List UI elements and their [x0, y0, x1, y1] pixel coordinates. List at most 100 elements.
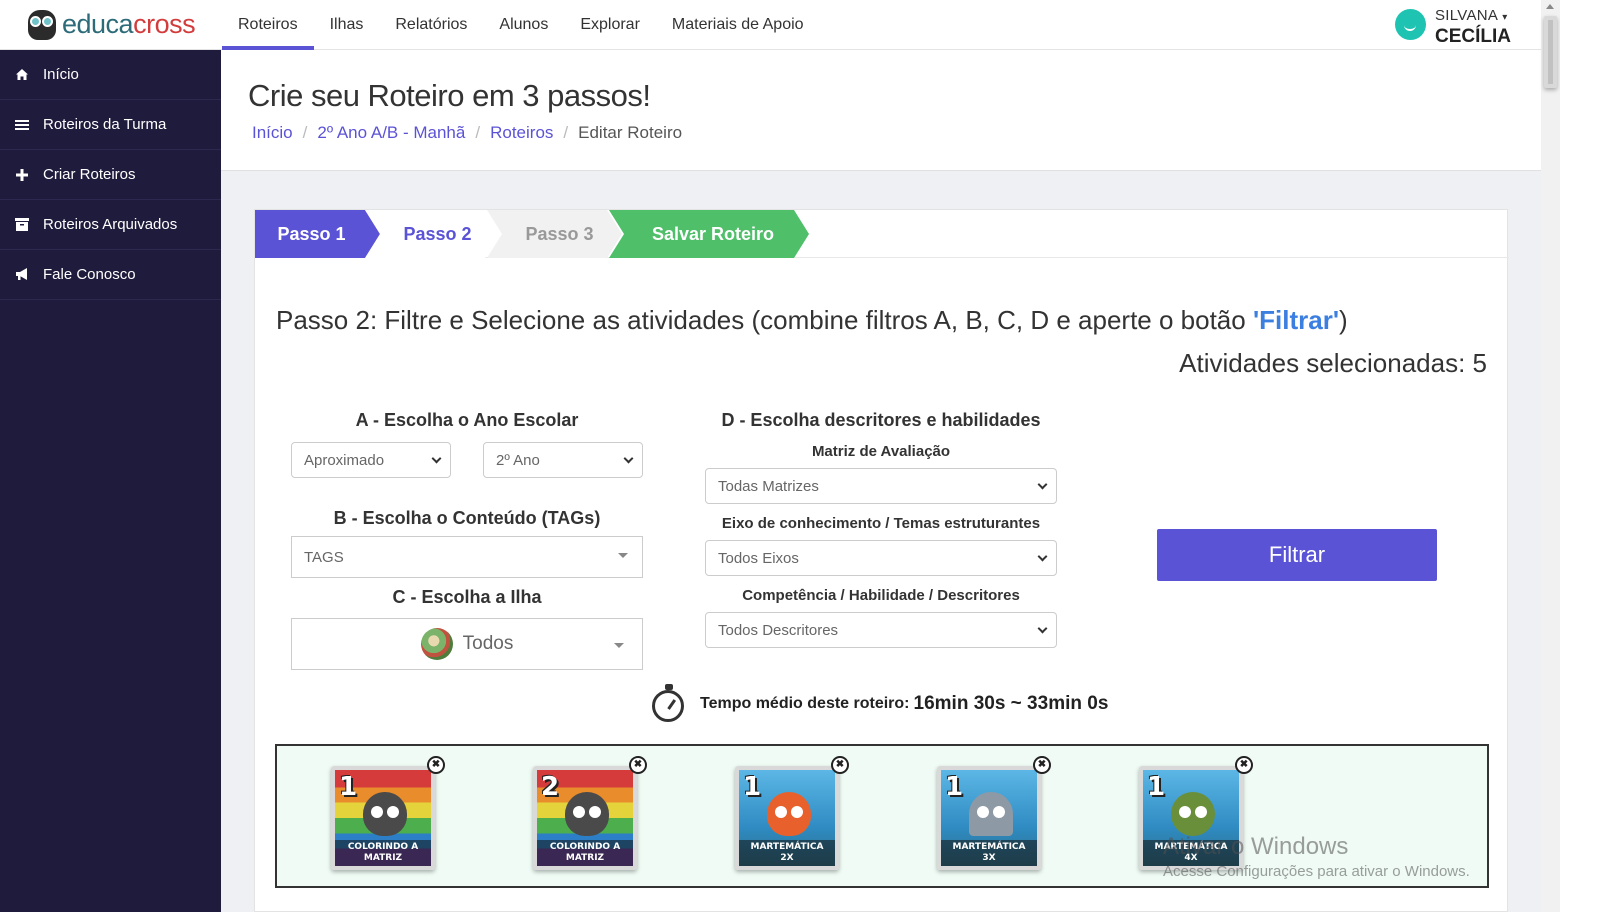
- school-year-select[interactable]: 2º Ano: [483, 442, 643, 478]
- tags-select[interactable]: TAGS: [291, 536, 643, 578]
- remove-activity-button[interactable]: ✖: [1235, 756, 1253, 774]
- sidebar-item-fale-conosco[interactable]: Fale Conosco: [0, 250, 221, 300]
- sidebar-item-label: Roteiros da Turma: [43, 116, 167, 133]
- archive-icon: [14, 217, 30, 233]
- axis-select[interactable]: Todos Eixos: [705, 540, 1057, 576]
- user-dropdown[interactable]: SILVANA ▾: [1435, 8, 1511, 23]
- plus-icon: [14, 167, 30, 183]
- activity-thumbnail[interactable]: 1 MARTEMÁTICA 2X: [735, 766, 839, 870]
- remove-activity-button[interactable]: ✖: [629, 756, 647, 774]
- nav-alunos[interactable]: Alunos: [483, 0, 564, 50]
- activity-caption-line: COLORINDO A: [549, 842, 621, 852]
- average-time-value: 16min 30s ~ 33min 0s: [913, 693, 1109, 714]
- step-instructions-suffix: ): [1339, 305, 1348, 335]
- remove-activity-button[interactable]: ✖: [831, 756, 849, 774]
- activity-thumbnail[interactable]: 1 MARTEMÁTICA 4X: [1139, 766, 1243, 870]
- chevron-down-icon: [431, 453, 442, 464]
- scrollbar-thumb[interactable]: [1544, 16, 1557, 88]
- home-icon: [14, 67, 30, 83]
- sidebar-item-criar-roteiros[interactable]: Criar Roteiros: [0, 150, 221, 200]
- skill-select[interactable]: Todos Descritores: [705, 612, 1057, 648]
- sidebar-item-inicio[interactable]: Início: [0, 50, 221, 100]
- user-menu[interactable]: SILVANA ▾ CECÍLIA: [1395, 8, 1511, 46]
- nav-explorar[interactable]: Explorar: [564, 0, 656, 50]
- step-2-tab[interactable]: Passo 2: [365, 210, 500, 258]
- activity-caption-line: 2X: [780, 853, 794, 863]
- breadcrumb-class[interactable]: 2º Ano A/B - Manhã: [317, 123, 465, 143]
- user-last-name: CECÍLIA: [1435, 26, 1511, 47]
- axis-label: Eixo de conhecimento / Temas estruturant…: [721, 515, 1041, 532]
- nav-ilhas[interactable]: Ilhas: [314, 0, 380, 50]
- roteiro-card: Passo 1 Passo 2 Passo 3 Salvar Roteiro P…: [254, 209, 1509, 912]
- caret-down-icon: ▾: [1502, 12, 1508, 23]
- island-select[interactable]: Todos: [291, 618, 643, 670]
- avatar[interactable]: [1395, 9, 1426, 40]
- remove-activity-button[interactable]: ✖: [427, 756, 445, 774]
- activity-level: 1: [945, 772, 964, 802]
- scroll-up-icon[interactable]: [1546, 4, 1554, 9]
- caret-down-icon: [618, 553, 628, 558]
- filter-d-label: D - Escolha descritores e habilidades: [721, 410, 1041, 430]
- matrix-value: Todas Matrizes: [718, 477, 819, 495]
- sidebar-item-roteiros-da-turma[interactable]: Roteiros da Turma: [0, 100, 221, 150]
- school-year-value: 2º Ano: [496, 451, 540, 469]
- sidebar-item-label: Criar Roteiros: [43, 166, 136, 183]
- step-1-tab[interactable]: Passo 1: [255, 210, 380, 258]
- nav-materiais-de-apoio[interactable]: Materiais de Apoio: [656, 0, 820, 50]
- matrix-select[interactable]: Todas Matrizes: [705, 468, 1057, 504]
- filter-button[interactable]: Filtrar: [1157, 529, 1437, 581]
- breadcrumb-home[interactable]: Início: [252, 123, 293, 143]
- window-edge: [1560, 0, 1600, 912]
- main-content: Crie seu Roteiro em 3 passos! Início / 2…: [221, 50, 1541, 912]
- activity-thumbnail[interactable]: 1 MARTEMÁTICA 3X: [937, 766, 1041, 870]
- activity-caption-line: MATRIZ: [565, 853, 605, 863]
- sidebar-item-label: Início: [43, 66, 79, 83]
- educacross-logo[interactable]: educacross: [26, 6, 196, 42]
- step-instructions-highlight: 'Filtrar': [1252, 305, 1340, 335]
- list-icon: [14, 117, 30, 133]
- island-value: Todos: [462, 633, 514, 654]
- step-3-tab[interactable]: Passo 3: [487, 210, 622, 258]
- owl-logo-icon: [26, 6, 58, 42]
- remove-activity-button[interactable]: ✖: [1033, 756, 1051, 774]
- chevron-down-icon: [1037, 479, 1048, 490]
- breadcrumb-roteiros[interactable]: Roteiros: [490, 123, 553, 143]
- activity-caption: MARTEMÁTICA 3X: [941, 840, 1037, 866]
- breadcrumb-separator: /: [475, 123, 481, 142]
- activity-thumbnail[interactable]: 2 COLORINDO A MATRIZ: [533, 766, 637, 870]
- page-scrollbar[interactable]: [1541, 0, 1560, 912]
- activity-level: 2: [541, 772, 560, 802]
- activity-card[interactable]: 1 MARTEMÁTICA 2X ✖: [735, 756, 849, 874]
- tags-placeholder: TAGS: [304, 548, 344, 566]
- sidebar-item-roteiros-arquivados[interactable]: Roteiros Arquivados: [0, 200, 221, 250]
- year-mode-select[interactable]: Aproximado: [291, 442, 451, 478]
- selected-activities-count: Atividades selecionadas: 5: [1179, 348, 1487, 378]
- activity-caption-line: MATRIZ: [363, 853, 403, 863]
- activity-caption-line: 3X: [982, 853, 996, 863]
- activity-caption-line: MARTEMÁTICA: [1154, 842, 1228, 852]
- bat-character-icon: [363, 792, 407, 836]
- breadcrumb-separator: /: [563, 123, 569, 142]
- matrix-label: Matriz de Avaliação: [811, 443, 951, 460]
- activity-thumbnail[interactable]: 1 COLORINDO A MATRIZ: [331, 766, 435, 870]
- activity-card[interactable]: 1 MARTEMÁTICA 4X ✖: [1139, 756, 1253, 874]
- activity-card[interactable]: 2 COLORINDO A MATRIZ ✖: [533, 756, 647, 874]
- caret-down-icon: [614, 643, 624, 648]
- chevron-down-icon: [623, 453, 634, 464]
- stopwatch-icon: [650, 684, 688, 724]
- octopus-character-icon: [767, 792, 811, 836]
- average-time: Tempo médio deste roteiro: 16min 30s ~ 3…: [650, 684, 1108, 724]
- activity-card[interactable]: 1 MARTEMÁTICA 3X ✖: [937, 756, 1051, 874]
- nav-relatorios[interactable]: Relatórios: [379, 0, 483, 50]
- skill-label: Competência / Habilidade / Descritores: [742, 587, 1020, 604]
- turtle-character-icon: [1171, 792, 1215, 836]
- year-mode-value: Aproximado: [304, 451, 385, 469]
- chevron-down-icon: [1037, 551, 1048, 562]
- save-roteiro-tab[interactable]: Salvar Roteiro: [609, 210, 809, 258]
- nav-roteiros[interactable]: Roteiros: [222, 0, 314, 50]
- sidebar-item-label: Roteiros Arquivados: [43, 216, 178, 233]
- activity-caption-line: COLORINDO A: [347, 842, 419, 852]
- top-bar: educacross Roteiros Ilhas Relatórios Alu…: [0, 0, 1580, 50]
- activity-caption: COLORINDO A MATRIZ: [537, 840, 633, 866]
- activity-card[interactable]: 1 COLORINDO A MATRIZ ✖: [331, 756, 445, 874]
